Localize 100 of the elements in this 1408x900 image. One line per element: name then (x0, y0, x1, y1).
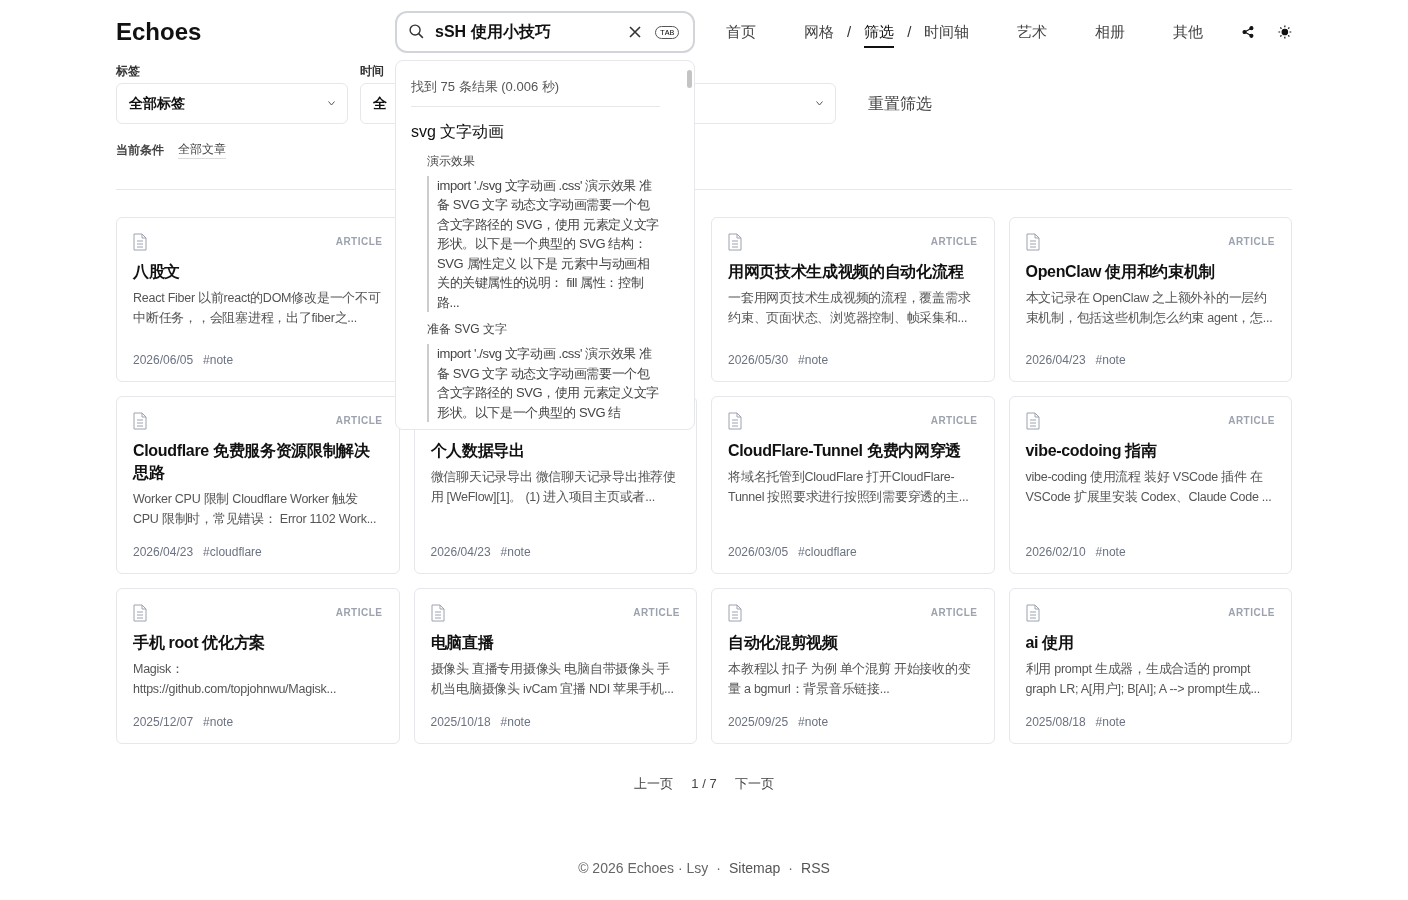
footer-link[interactable]: Sitemap (729, 857, 781, 879)
nav-link[interactable]: 艺术 (1017, 20, 1048, 49)
card-tag: #note (500, 713, 531, 731)
card-title: Cloudflare 免费服务资源限制解决思路 (133, 441, 371, 483)
card-tag: #note (798, 351, 829, 369)
nav-separator: / (847, 21, 852, 42)
nav-link[interactable]: 时间轴 (924, 20, 970, 49)
result-title[interactable]: svg 文字动画 (411, 119, 660, 144)
card-date: 2026/06/05 (133, 352, 194, 369)
card-excerpt: React Fiber 以前react的DOM修改是一个不可中断任务，，会阻塞进程，出了fiber之... (133, 290, 382, 327)
card-excerpt: 将域名托管到CloudFlare 打开CloudFlare-Tunnel 按照要求进行按照到需要穿透的主... (728, 469, 970, 506)
card-tag: #cloudflare (203, 543, 262, 561)
article-card[interactable]: ARTICLE 电脑直播 摄像头 直播专用摄像头 电脑自带摄像头 手机当电脑摄像头 ivCam 宜播 NDI 苹果手机... 2025/10/18 #note (413, 588, 697, 744)
document-icon (728, 412, 742, 430)
result-excerpt[interactable]: import './svg 文字动画 .css' 演示效果 准备 SVG 文字 动态文字动画需要一个包含文字路径的 SVG，使用 元素定义文字形状。以下是一个典型的 SVG 结构： SVG 属性定义 以下是 元素中与动画相关的关键属性的说明： fill 属性：控制路... (427, 175, 660, 312)
card-tag: #cloudflare (798, 543, 857, 561)
reset-button[interactable]: 重置筛选 (858, 83, 942, 124)
card-excerpt: Magisk： https://github.com/topjohnwu/Magisk... (133, 661, 338, 698)
card-tag: #note (203, 713, 234, 731)
article-card[interactable]: ARTICLE vibe-codoing 指南 vibe-coding 使用流程 装好 VSCode 插件 在 VSCode 扩展里安装 Codex、Claude Code ... 2026/02/10 #note (1008, 396, 1292, 574)
card-tag: #note (798, 713, 829, 731)
card-excerpt: 一套用网页技术生成视频的流程，覆盖需求约束、页面状态、浏览器控制、帧采集和... (728, 290, 972, 327)
nav-link[interactable]: 首页 (726, 20, 756, 49)
footer-separator: · (788, 858, 794, 878)
sun-icon[interactable] (1278, 24, 1292, 40)
article-card[interactable]: ARTICLE 手机 root 优化方案 Magisk： https://github.com/topjohnwu/Magisk... 2025/12/07 #note (116, 588, 400, 744)
article-card[interactable]: ARTICLE Cloudflare 免费服务资源限制解决思路 Worker CPU 限制 Cloudflare Worker 触发 CPU 限制时，常见错误： Error 1102 Work... 2026/04/23 #cloudflare (116, 396, 400, 574)
card-title: ai 使用 (1025, 633, 1075, 653)
article-label: ARTICLE (335, 414, 383, 428)
card-date: 2026/03/05 (728, 544, 789, 561)
article-card[interactable]: ARTICLE 自动化混剪视频 本教程以 扣子 为例 单个混剪 开始接收的变量 a bgmurl：背景音乐链接... 2025/09/25 #note (711, 588, 995, 744)
filter-select-value[interactable]: 全 (373, 93, 387, 114)
result-heading[interactable]: 准备 SVG 文字 (427, 320, 660, 338)
article-label: ARTICLE (1228, 414, 1275, 428)
document-icon (1025, 604, 1040, 622)
card-title: 手机 root 优化方案 (133, 633, 267, 653)
nav-link[interactable]: 相册 (1095, 20, 1126, 49)
card-excerpt: 本教程以 扣子 为例 单个混剪 开始接收的变量 a bgmurl：背景音乐链接... (728, 661, 972, 698)
document-icon (430, 604, 445, 622)
card-date: 2026/05/30 (728, 352, 789, 369)
condition-chip: 全部文章 (178, 140, 226, 159)
card-tag: #note (1095, 713, 1126, 731)
chevron-down-icon[interactable] (816, 101, 823, 106)
search-icon (408, 23, 425, 40)
card-date: 2026/02/10 (1025, 544, 1086, 561)
card-title: 自动化混剪视频 (728, 633, 839, 653)
result-heading[interactable]: 演示效果 (427, 151, 660, 170)
card-date: 2026/04/23 (1025, 352, 1086, 369)
article-card[interactable]: ARTICLE ai 使用 利用 prompt 生成器，生成合适的 prompt graph LR; A[用户]; B[AI]; A --> prompt生成... 2025/08/18 #note (1008, 588, 1292, 744)
card-date: 2025/09/25 (728, 714, 789, 731)
nav-separator: / (907, 21, 912, 42)
card-date: 2026/04/23 (430, 544, 491, 561)
card-date: 2026/04/23 (133, 544, 194, 561)
article-label: ARTICLE (335, 235, 383, 249)
card-title: CloudFlare-Tunnel 免费内网穿透 (728, 441, 962, 461)
result-summary: 找到 75 条结果 (0.006 秒) (411, 77, 660, 107)
article-label: ARTICLE (930, 414, 978, 428)
conditions-label: 当前条件 (116, 141, 164, 159)
card-excerpt: vibe-coding 使用流程 装好 VSCode 插件 在 VSCode 扩展里安装 Codex、Claude Code ... (1025, 469, 1273, 506)
filter-select-value[interactable]: 全部标签 (129, 93, 185, 114)
footer-link[interactable]: RSS (801, 857, 830, 879)
nav-link[interactable]: 网格 (804, 20, 834, 49)
nav-link[interactable]: 其他 (1173, 20, 1204, 49)
card-tag: #note (203, 351, 234, 369)
article-label: ARTICLE (930, 235, 978, 249)
next-page-link[interactable]: 下一页 (734, 774, 774, 794)
footer-separator: · (716, 858, 721, 878)
card-title: 用网页技术生成视频的自动化流程 (728, 262, 965, 282)
article-card[interactable]: ARTICLE CloudFlare-Tunnel 免费内网穿透 将域名托管到CloudFlare 打开CloudFlare-Tunnel 按照要求进行按照到需要穿透的主... 2026/03/05 #cloudflare (711, 396, 995, 574)
filter-label: 标签 (116, 63, 141, 78)
document-icon (133, 412, 147, 430)
clear-icon[interactable] (628, 25, 642, 39)
site-title[interactable]: Echoes (116, 14, 395, 50)
result-excerpt[interactable]: import './svg 文字动画 .css' 演示效果 准备 SVG 文字 动态文字动画需要一个包含文字路径的 SVG，使用 元素定义文字形状。以下是一个典型的 SVG 结 (427, 344, 660, 422)
card-tag: #note (1095, 351, 1126, 369)
article-label: ARTICLE (633, 606, 680, 620)
card-excerpt: 利用 prompt 生成器，生成合适的 prompt graph LR; A[用户]; B[AI]; A --> prompt生成... (1025, 661, 1262, 698)
article-card[interactable]: ARTICLE 用网页技术生成视频的自动化流程 一套用网页技术生成视频的流程，覆盖需求约束、页面状态、浏览器控制、帧采集和... 2026/05/30 #note (711, 217, 995, 382)
document-icon (133, 233, 147, 251)
previous-page-link[interactable]: 上一页 (634, 774, 674, 794)
card-excerpt: Worker CPU 限制 Cloudflare Worker 触发 CPU 限制时，常见错误： Error 1102 Work... (133, 491, 378, 528)
article-label: ARTICLE (1228, 235, 1275, 249)
card-title: 个人数据导出 (430, 441, 526, 461)
card-date: 2025/08/18 (1025, 714, 1086, 731)
card-excerpt: 本文记录在 OpenClaw 之上额外补的一层约束机制，包括这些机制怎么约束 agent，怎... (1025, 290, 1274, 327)
page-indicator: 1 / 7 (691, 775, 717, 793)
nav-link[interactable]: 筛选 (864, 20, 895, 49)
card-title: vibe-codoing 指南 (1025, 441, 1158, 461)
card-date: 2025/10/18 (430, 714, 491, 731)
document-icon (1025, 412, 1040, 430)
article-label: ARTICLE (930, 606, 978, 620)
article-card[interactable]: ARTICLE OpenClaw 使用和约束机制 本文记录在 OpenClaw 之上额外补的一层约束机制，包括这些机制怎么约束 agent，怎... 2026/04/23 #note (1008, 217, 1292, 382)
share-icon[interactable] (1242, 25, 1255, 39)
card-title: OpenClaw 使用和约束机制 (1025, 262, 1217, 282)
filter-label: 时间 (360, 63, 385, 78)
card-excerpt: 摄像头 直播专用摄像头 电脑自带摄像头 手机当电脑摄像头 ivCam 宜播 NDI 苹果手机... (430, 661, 675, 698)
card-title: 电脑直播 (430, 633, 495, 653)
copyright-text: © 2026 Echoes · Lsy (578, 858, 709, 878)
card-tag: #note (1095, 543, 1126, 561)
chevron-down-icon[interactable] (328, 101, 335, 106)
